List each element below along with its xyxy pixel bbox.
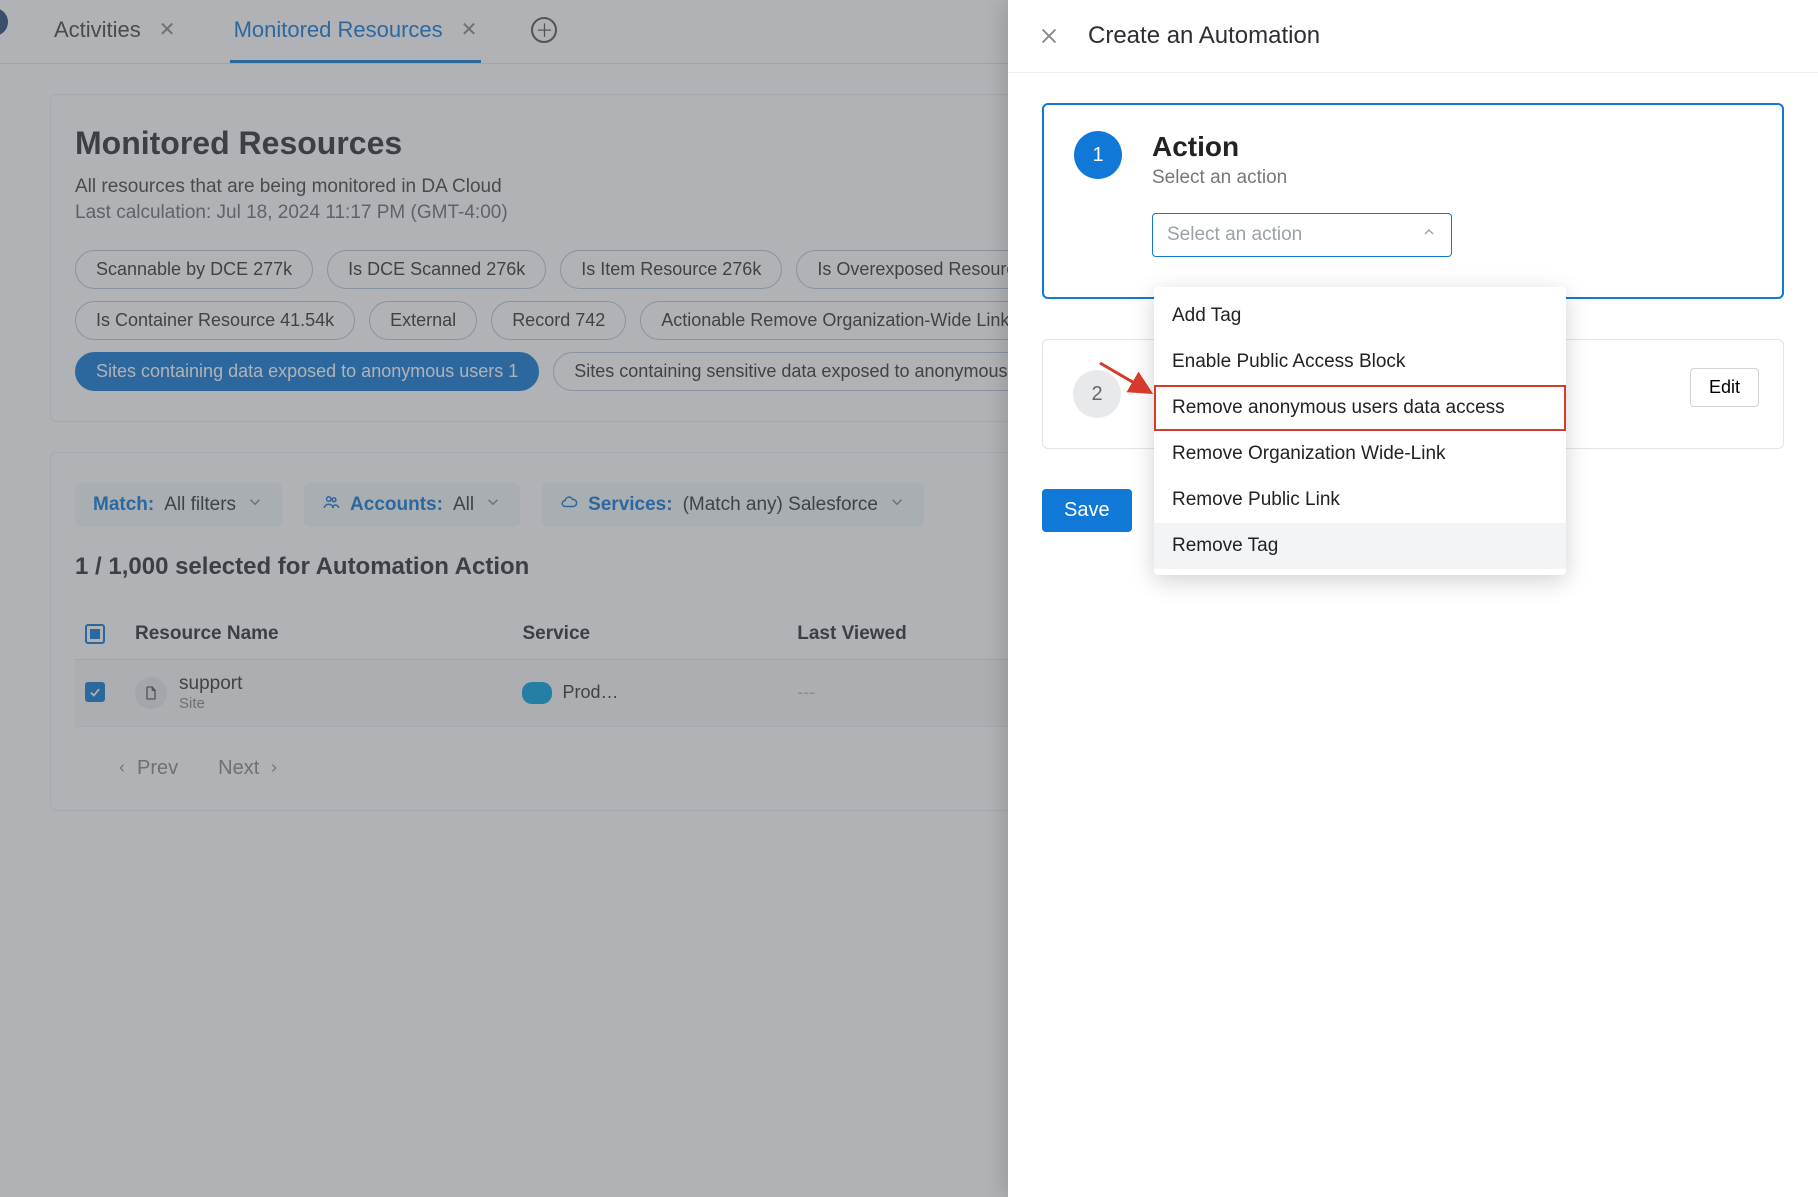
dropdown-item[interactable]: Add Tag	[1154, 293, 1566, 339]
dropdown-item[interactable]: Remove anonymous users data access	[1154, 385, 1566, 431]
dropdown-item[interactable]: Remove Organization Wide-Link	[1154, 431, 1566, 477]
action-select[interactable]: Select an action	[1152, 213, 1452, 257]
panel-header: Create an Automation	[1008, 0, 1818, 73]
save-button[interactable]: Save	[1042, 489, 1132, 532]
step-badge-1: 1	[1074, 131, 1122, 179]
dropdown-item[interactable]: Remove Tag	[1154, 523, 1566, 569]
action-select-placeholder: Select an action	[1167, 224, 1302, 246]
action-dropdown: Add TagEnable Public Access BlockRemove …	[1154, 287, 1566, 575]
panel-body: 1 Action Select an action Select an acti…	[1008, 73, 1818, 562]
close-icon[interactable]	[1038, 25, 1060, 47]
step-1-subtitle: Select an action	[1152, 167, 1287, 189]
step-badge-2: 2	[1073, 370, 1121, 418]
panel-title: Create an Automation	[1088, 22, 1320, 50]
dropdown-item[interactable]: Enable Public Access Block	[1154, 339, 1566, 385]
create-automation-panel: Create an Automation 1 Action Select an …	[1008, 0, 1818, 1197]
chevron-up-icon	[1421, 224, 1437, 246]
dropdown-item[interactable]: Remove Public Link	[1154, 477, 1566, 523]
step-1-card: 1 Action Select an action Select an acti…	[1042, 103, 1784, 299]
edit-button[interactable]: Edit	[1690, 368, 1759, 407]
step-1-title: Action	[1152, 131, 1287, 163]
